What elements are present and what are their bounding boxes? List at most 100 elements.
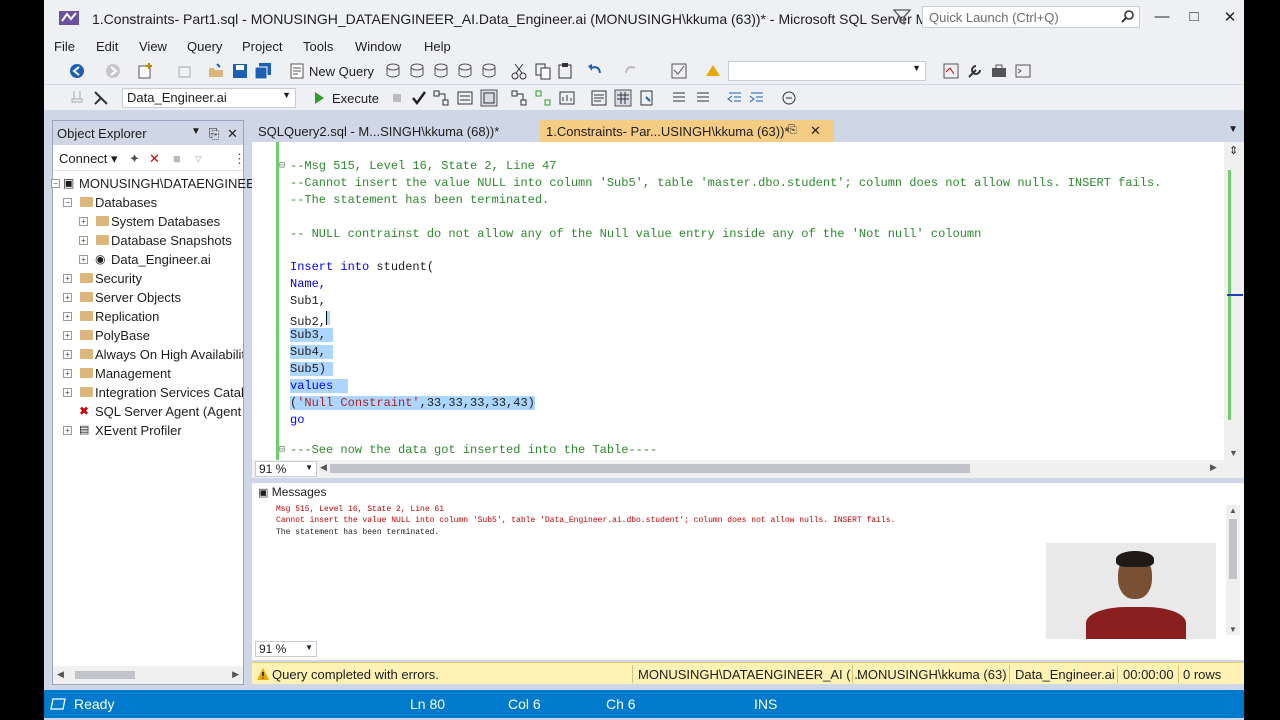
new-query-icon[interactable]: [288, 62, 306, 80]
tab-messages[interactable]: ▣ Messages: [258, 485, 326, 499]
scroll-thumb[interactable]: [1229, 519, 1237, 579]
dax-query-icon[interactable]: [480, 62, 498, 80]
pin-tab-icon[interactable]: ⎘: [788, 124, 797, 137]
tab-overflow-icon[interactable]: ▼: [1228, 124, 1238, 135]
expand-icon[interactable]: +: [63, 274, 72, 283]
live-query-statistics-icon[interactable]: [534, 89, 552, 107]
tree-node-always-on[interactable]: + Always On High Availability: [53, 346, 243, 365]
display-estimated-plan-icon[interactable]: [432, 89, 450, 107]
cut-icon[interactable]: [510, 62, 528, 80]
scroll-down-icon[interactable]: ▼: [1229, 448, 1238, 458]
change-connection-icon[interactable]: [92, 89, 110, 107]
intellisense-toggle-icon[interactable]: [480, 89, 498, 107]
client-statistics-icon[interactable]: [558, 89, 576, 107]
solution-configurations-dropdown[interactable]: ▼: [728, 61, 926, 81]
split-icon[interactable]: ⇕: [1229, 144, 1238, 157]
xmla-query-icon[interactable]: [456, 62, 474, 80]
new-project-icon[interactable]: [136, 62, 154, 80]
scroll-left-icon[interactable]: ◀: [320, 462, 327, 473]
dmx-query-icon[interactable]: [432, 62, 450, 80]
menu-project[interactable]: Project: [242, 39, 282, 54]
collapse-icon[interactable]: −: [63, 198, 72, 207]
filter-icon[interactable]: ▿: [195, 151, 202, 167]
expand-icon[interactable]: +: [63, 350, 72, 359]
expand-icon[interactable]: +: [63, 426, 72, 435]
output-window-icon[interactable]: [1014, 62, 1032, 80]
messages-vscrollbar[interactable]: ▲ ▼: [1226, 505, 1240, 635]
expand-icon[interactable]: +: [79, 236, 88, 245]
database-engine-query-icon[interactable]: [384, 62, 402, 80]
connect-icon[interactable]: [68, 89, 86, 107]
open-file-icon[interactable]: [207, 62, 225, 80]
menu-file[interactable]: File: [54, 39, 75, 54]
properties-window-icon[interactable]: [942, 62, 960, 80]
pin-icon[interactable]: ⎘: [209, 126, 219, 142]
outline-collapse-icon[interactable]: ⊟: [279, 444, 285, 456]
execute-button[interactable]: Execute: [332, 91, 379, 106]
close-button[interactable]: ✕: [1220, 8, 1240, 28]
decrease-indent-icon[interactable]: [726, 89, 744, 107]
scroll-thumb[interactable]: [75, 671, 135, 679]
editor-hscroll-thumb[interactable]: [330, 464, 970, 473]
expand-icon[interactable]: +: [79, 217, 88, 226]
editor-vscrollbar[interactable]: ⇕ ▼: [1224, 142, 1244, 460]
expand-icon[interactable]: +: [63, 312, 72, 321]
scroll-right-icon[interactable]: ▶: [1210, 462, 1217, 473]
increase-indent-icon[interactable]: [748, 89, 766, 107]
save-all-icon[interactable]: [254, 62, 272, 80]
editor-zoom-dropdown[interactable]: 91 % ▼: [255, 461, 317, 477]
specify-template-values-icon[interactable]: [780, 89, 798, 107]
menu-view[interactable]: View: [139, 39, 167, 54]
expand-icon[interactable]: +: [63, 369, 72, 378]
available-databases-dropdown[interactable]: Data_Engineer.ai ▼: [122, 88, 296, 108]
query-options-icon[interactable]: [456, 89, 474, 107]
collapse-icon[interactable]: −: [51, 179, 60, 188]
maximize-button[interactable]: □: [1184, 8, 1204, 28]
results-to-file-icon[interactable]: [638, 89, 656, 107]
window-position-icon[interactable]: ▼: [191, 126, 201, 137]
tab-sqlquery2[interactable]: SQLQuery2.sql - M...SINGH\kkuma (68))*: [252, 120, 505, 142]
disconnect-icon[interactable]: ✕: [149, 151, 160, 167]
comment-out-icon[interactable]: [670, 89, 688, 107]
toolbox-icon[interactable]: [990, 62, 1008, 80]
menu-edit[interactable]: Edit: [96, 39, 118, 54]
expand-icon[interactable]: +: [63, 388, 72, 397]
results-to-grid-icon[interactable]: [614, 89, 632, 107]
outline-collapse-icon[interactable]: ⊟: [279, 160, 285, 172]
wrench-icon[interactable]: [966, 62, 984, 80]
paste-icon[interactable]: [556, 62, 574, 80]
undo-icon[interactable]: [586, 62, 604, 80]
back-icon[interactable]: [68, 62, 86, 80]
copy-icon[interactable]: [534, 62, 552, 80]
parse-checkmark-icon[interactable]: [410, 89, 428, 107]
expand-icon[interactable]: +: [63, 331, 72, 340]
scroll-left-icon[interactable]: ◀: [57, 669, 64, 680]
save-icon[interactable]: [231, 62, 249, 80]
expand-icon[interactable]: +: [79, 255, 88, 264]
query-editor[interactable]: ⊟ --Msg 515, Level 16, State 2, Line 47 …: [252, 142, 1244, 460]
forward-icon[interactable]: [104, 62, 122, 80]
redo-icon[interactable]: [622, 62, 640, 80]
tree-node-integration-services[interactable]: + Integration Services Catalogs: [53, 384, 243, 403]
menu-help[interactable]: Help: [424, 39, 451, 54]
quick-launch-input[interactable]: Quick Launch (Ctrl+Q): [922, 6, 1140, 28]
results-to-text-icon[interactable]: [590, 89, 608, 107]
new-query-button[interactable]: New Query: [309, 64, 374, 79]
menu-query[interactable]: Query: [187, 39, 222, 54]
menu-window[interactable]: Window: [355, 39, 401, 54]
mdx-query-icon[interactable]: [408, 62, 426, 80]
scroll-up-icon[interactable]: ▲: [1229, 506, 1237, 515]
refresh-icon[interactable]: ⋮: [233, 151, 246, 167]
cancel-query-icon[interactable]: [388, 89, 406, 107]
menu-tools[interactable]: Tools: [303, 39, 333, 54]
object-explorer-hscrollbar[interactable]: ◀ ▶: [53, 666, 243, 684]
object-explorer-details-icon[interactable]: [670, 62, 688, 80]
tab-constraints-part1[interactable]: 1.Constraints- Par...USINGH\kkuma (63))*…: [540, 120, 834, 142]
results-zoom-dropdown[interactable]: 91 % ▼: [255, 641, 317, 657]
add-item-icon[interactable]: [176, 62, 194, 80]
close-panel-icon[interactable]: ✕: [227, 126, 238, 142]
close-tab-icon[interactable]: ✕: [810, 123, 821, 139]
expand-icon[interactable]: +: [63, 293, 72, 302]
minimize-button[interactable]: —: [1152, 8, 1172, 28]
include-actual-plan-icon[interactable]: [510, 89, 528, 107]
